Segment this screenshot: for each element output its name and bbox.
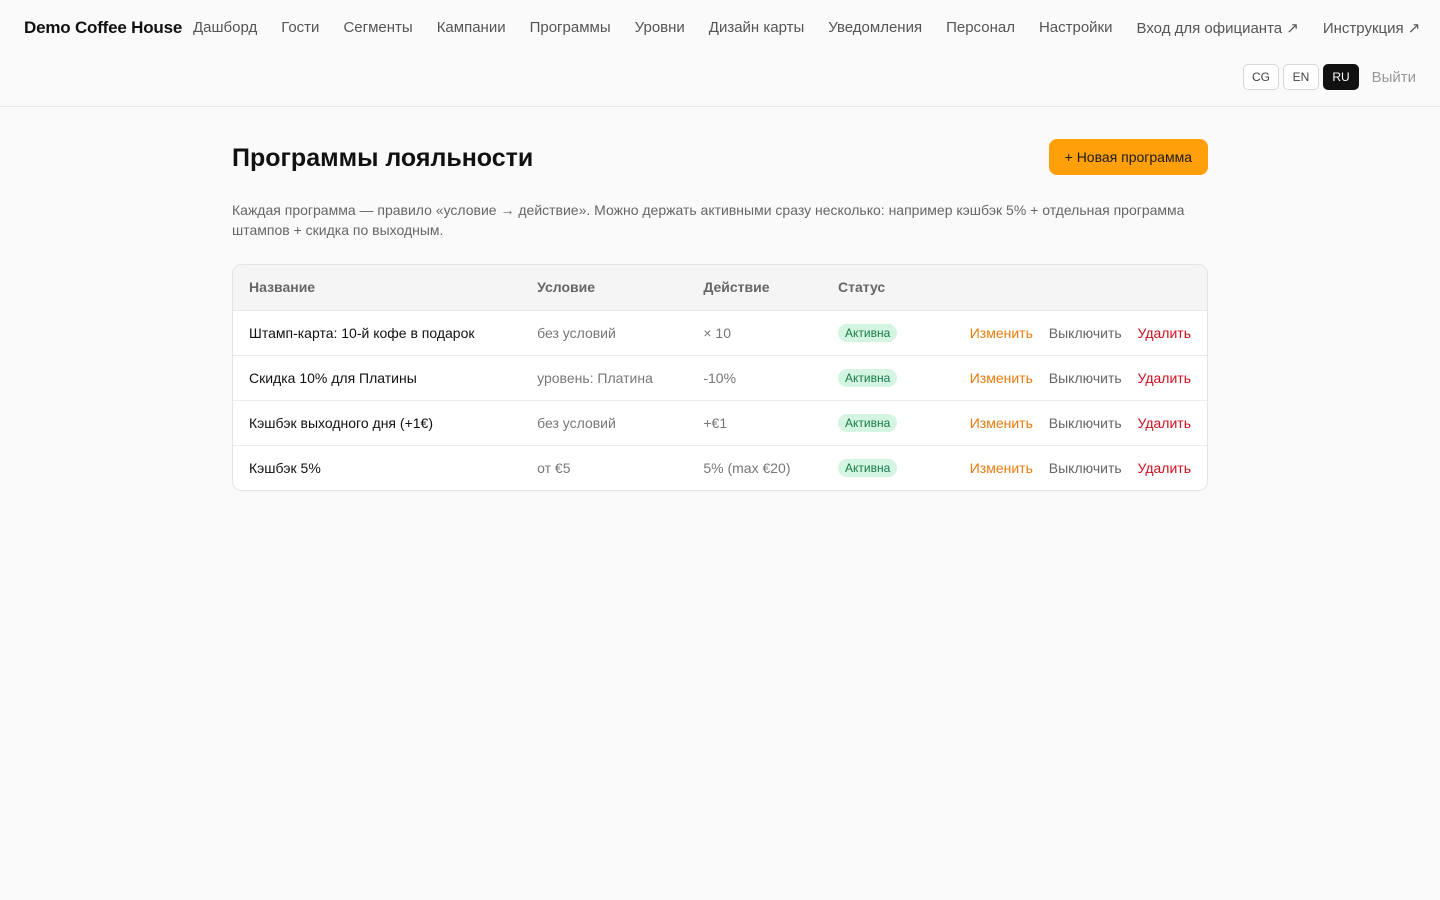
nav-staff[interactable]: Персонал: [946, 19, 1015, 37]
table-row: Скидка 10% для Платины уровень: Платина …: [233, 355, 1207, 401]
table-row: Кэшбэк 5% от €5 5% (max €20) Активна Изм…: [233, 445, 1207, 490]
program-name: Кэшбэк выходного дня (+1€): [233, 400, 522, 446]
delete-button[interactable]: Удалить: [1138, 460, 1191, 476]
row-actions: Изменить Выключить Удалить: [941, 355, 1207, 401]
page-title: Программы лояльности: [232, 144, 534, 172]
main-content: Программы лояльности + Новая программа К…: [232, 107, 1208, 491]
program-status: Активна: [821, 310, 942, 356]
delete-button[interactable]: Удалить: [1138, 415, 1191, 431]
program-condition: без условий: [521, 400, 688, 446]
nav-card-design[interactable]: Дизайн карты: [709, 19, 805, 37]
program-status: Активна: [821, 355, 942, 401]
nav-tiers[interactable]: Уровни: [635, 19, 685, 37]
nav-settings[interactable]: Настройки: [1039, 19, 1113, 37]
new-program-button[interactable]: + Новая программа: [1048, 139, 1208, 175]
program-name: Штамп-карта: 10-й кофе в подарок: [233, 310, 522, 356]
program-condition: уровень: Платина: [521, 355, 688, 401]
nav-segments[interactable]: Сегменты: [343, 19, 412, 37]
top-navigation: Demo Coffee House Дашборд Гости Сегменты…: [0, 0, 1440, 107]
program-name: Кэшбэк 5%: [249, 459, 321, 476]
brand-name[interactable]: Demo Coffee House: [24, 18, 182, 38]
status-badge: Активна: [837, 368, 898, 387]
program-condition: без условий: [521, 310, 688, 356]
row-actions: Изменить Выключить Удалить: [942, 445, 1207, 490]
nav-guests[interactable]: Гости: [281, 19, 319, 37]
programs-table: Название Условие Действие Статус Штамп-к…: [232, 264, 1208, 491]
lang-ru-button[interactable]: RU: [1323, 64, 1359, 90]
page-header: Программы лояльности + Новая программа: [232, 107, 1208, 207]
program-action: × 10: [687, 310, 822, 356]
table-row: Кэшбэк выходного дня (+1€) без условий +…: [233, 400, 1207, 446]
program-action: -10%: [687, 355, 822, 401]
table-row: Штамп-карта: 10-й кофе в подарок без усл…: [233, 310, 1207, 356]
status-badge: Активна: [837, 458, 898, 477]
program-action: +€1: [687, 400, 822, 446]
edit-button[interactable]: Изменить: [970, 370, 1033, 386]
row-actions: Изменить Выключить Удалить: [941, 400, 1207, 446]
row-actions: Изменить Выключить Удалить: [941, 310, 1207, 356]
disable-button[interactable]: Выключить: [1049, 325, 1122, 341]
column-header-action: Действие: [687, 265, 822, 311]
delete-button[interactable]: Удалить: [1138, 370, 1191, 386]
disable-button[interactable]: Выключить: [1049, 415, 1122, 431]
edit-button[interactable]: Изменить: [970, 460, 1033, 476]
disable-button[interactable]: Выключить: [1049, 370, 1122, 386]
program-status: Активна: [821, 400, 942, 446]
status-badge: Активна: [837, 323, 898, 342]
nav-notifications[interactable]: Уведомления: [828, 19, 922, 37]
nav-waiter-login[interactable]: Вход для официанта ↗: [1137, 19, 1299, 37]
logout-link[interactable]: Выйти: [1372, 69, 1416, 86]
status-badge: Активна: [837, 413, 898, 432]
table-header-row: Название Условие Действие Статус: [233, 265, 1207, 311]
lang-cg-button[interactable]: CG: [1243, 64, 1279, 90]
main-nav: Дашборд Гости Сегменты Кампании Программ…: [193, 19, 1420, 37]
language-switcher: CG EN RU: [1243, 64, 1359, 90]
column-header-name: Название: [233, 265, 522, 311]
nav-dashboard[interactable]: Дашборд: [193, 19, 257, 37]
column-header-actions: [941, 265, 1207, 311]
nav-programs[interactable]: Программы: [530, 19, 611, 37]
nav-campaigns[interactable]: Кампании: [437, 19, 506, 37]
nav-instructions[interactable]: Инструкция ↗: [1323, 19, 1421, 37]
column-header-condition: Условие: [521, 265, 688, 311]
program-action: 5% (max €20): [703, 459, 791, 476]
program-status: Активна: [822, 445, 942, 490]
program-condition: от €5: [537, 459, 571, 476]
lang-en-button[interactable]: EN: [1283, 64, 1319, 90]
column-header-status: Статус: [821, 265, 942, 311]
edit-button[interactable]: Изменить: [970, 325, 1033, 341]
edit-button[interactable]: Изменить: [970, 415, 1033, 431]
delete-button[interactable]: Удалить: [1138, 325, 1191, 341]
disable-button[interactable]: Выключить: [1049, 460, 1122, 476]
program-name: Скидка 10% для Платины: [233, 355, 522, 401]
